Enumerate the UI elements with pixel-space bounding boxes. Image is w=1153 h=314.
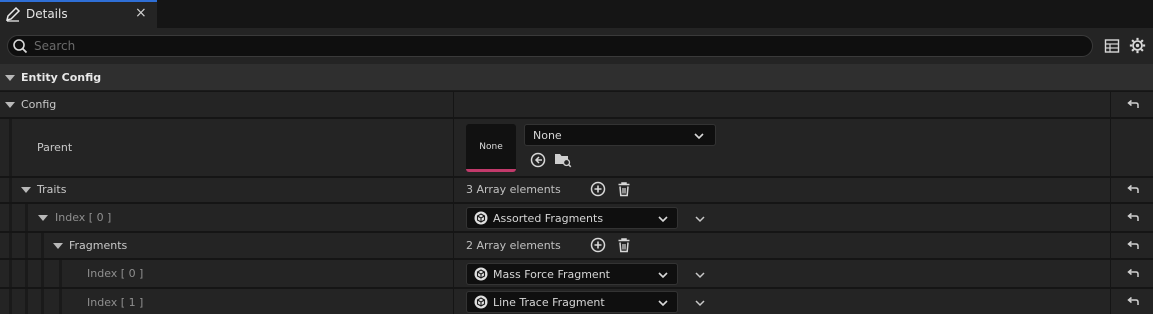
- expand-arrow-icon[interactable]: [21, 187, 31, 193]
- config-label: Config: [21, 98, 57, 111]
- property-row-fragments: Fragments 2 Array elements: [0, 233, 1153, 259]
- chevron-down-icon: [658, 272, 668, 279]
- traits-count: 3 Array elements: [466, 183, 561, 196]
- tab-details[interactable]: Details ×: [0, 0, 157, 28]
- fragment-struct-value: Line Trace Fragment: [493, 296, 605, 309]
- trash-icon[interactable]: [616, 237, 632, 253]
- fragment-struct-value: Mass Force Fragment: [493, 268, 610, 281]
- struct-icon: [474, 267, 488, 281]
- property-row-fragment-index-0: Index [ 0 ] Mass Force Fragment: [0, 260, 1153, 288]
- fragment-struct-combo[interactable]: Mass Force Fragment: [466, 263, 678, 285]
- struct-icon: [474, 295, 488, 309]
- parent-asset-combo[interactable]: None: [524, 124, 716, 146]
- property-row-trait-index-0: Index [ 0 ] Assorted Fragments: [0, 204, 1153, 232]
- trait-class-value: Assorted Fragments: [493, 212, 604, 225]
- trait-class-combo[interactable]: Assorted Fragments: [466, 207, 678, 229]
- property-row-config: Config: [0, 92, 1153, 118]
- property-row-fragment-index-1: Index [ 1 ] Line Trace Fragment: [0, 289, 1153, 314]
- traits-label: Traits: [37, 183, 67, 196]
- pencil-icon: [5, 6, 21, 22]
- parent-selected-value: None: [533, 129, 562, 142]
- tab-title: Details: [26, 7, 68, 21]
- expand-arrow-icon[interactable]: [5, 75, 15, 81]
- reset-to-default-icon[interactable]: [1126, 295, 1140, 309]
- search-input[interactable]: [34, 38, 1074, 54]
- fragments-label: Fragments: [69, 239, 128, 252]
- fragment-index-label: Index [ 0 ]: [87, 267, 144, 280]
- trash-icon[interactable]: [616, 181, 632, 197]
- expand-arrow-icon[interactable]: [5, 102, 15, 108]
- search-row: [0, 28, 1153, 64]
- reset-to-default-icon[interactable]: [1126, 267, 1140, 281]
- use-selected-asset-icon[interactable]: [530, 152, 546, 168]
- tab-bar: Details ×: [0, 0, 1153, 28]
- fragments-count: 2 Array elements: [466, 239, 561, 252]
- add-element-icon[interactable]: [590, 181, 606, 197]
- property-row-traits: Traits 3 Array elements: [0, 178, 1153, 203]
- search-box: [7, 35, 1093, 57]
- reset-to-default-icon[interactable]: [1126, 211, 1140, 225]
- thumbnail-text: None: [479, 142, 503, 152]
- gear-icon[interactable]: [1129, 37, 1146, 54]
- reset-to-default-icon[interactable]: [1126, 98, 1140, 112]
- reset-to-default-icon[interactable]: [1126, 183, 1140, 197]
- search-icon: [13, 39, 28, 54]
- chevron-down-icon[interactable]: [694, 213, 706, 225]
- chevron-down-icon[interactable]: [694, 297, 706, 309]
- fragment-struct-combo[interactable]: Line Trace Fragment: [466, 291, 678, 313]
- reset-to-default-icon[interactable]: [1126, 239, 1140, 253]
- category-entity-config[interactable]: Entity Config: [0, 64, 1153, 91]
- table-view-icon[interactable]: [1104, 38, 1120, 54]
- add-element-icon[interactable]: [590, 237, 606, 253]
- chevron-down-icon[interactable]: [694, 269, 706, 281]
- asset-thumbnail[interactable]: None: [466, 124, 516, 172]
- chevron-down-icon: [658, 300, 668, 307]
- chevron-down-icon: [694, 133, 704, 140]
- expand-arrow-icon[interactable]: [53, 243, 63, 249]
- close-icon[interactable]: ×: [135, 5, 147, 21]
- fragment-index-label: Index [ 1 ]: [87, 296, 144, 309]
- category-label: Entity Config: [21, 71, 102, 84]
- property-row-parent: Parent None None: [0, 119, 1153, 177]
- struct-icon: [474, 211, 488, 225]
- chevron-down-icon: [658, 216, 668, 223]
- expand-arrow-icon[interactable]: [38, 215, 48, 221]
- browse-folder-icon[interactable]: [554, 151, 572, 168]
- parent-label: Parent: [37, 141, 73, 154]
- trait-index-label: Index [ 0 ]: [55, 211, 112, 224]
